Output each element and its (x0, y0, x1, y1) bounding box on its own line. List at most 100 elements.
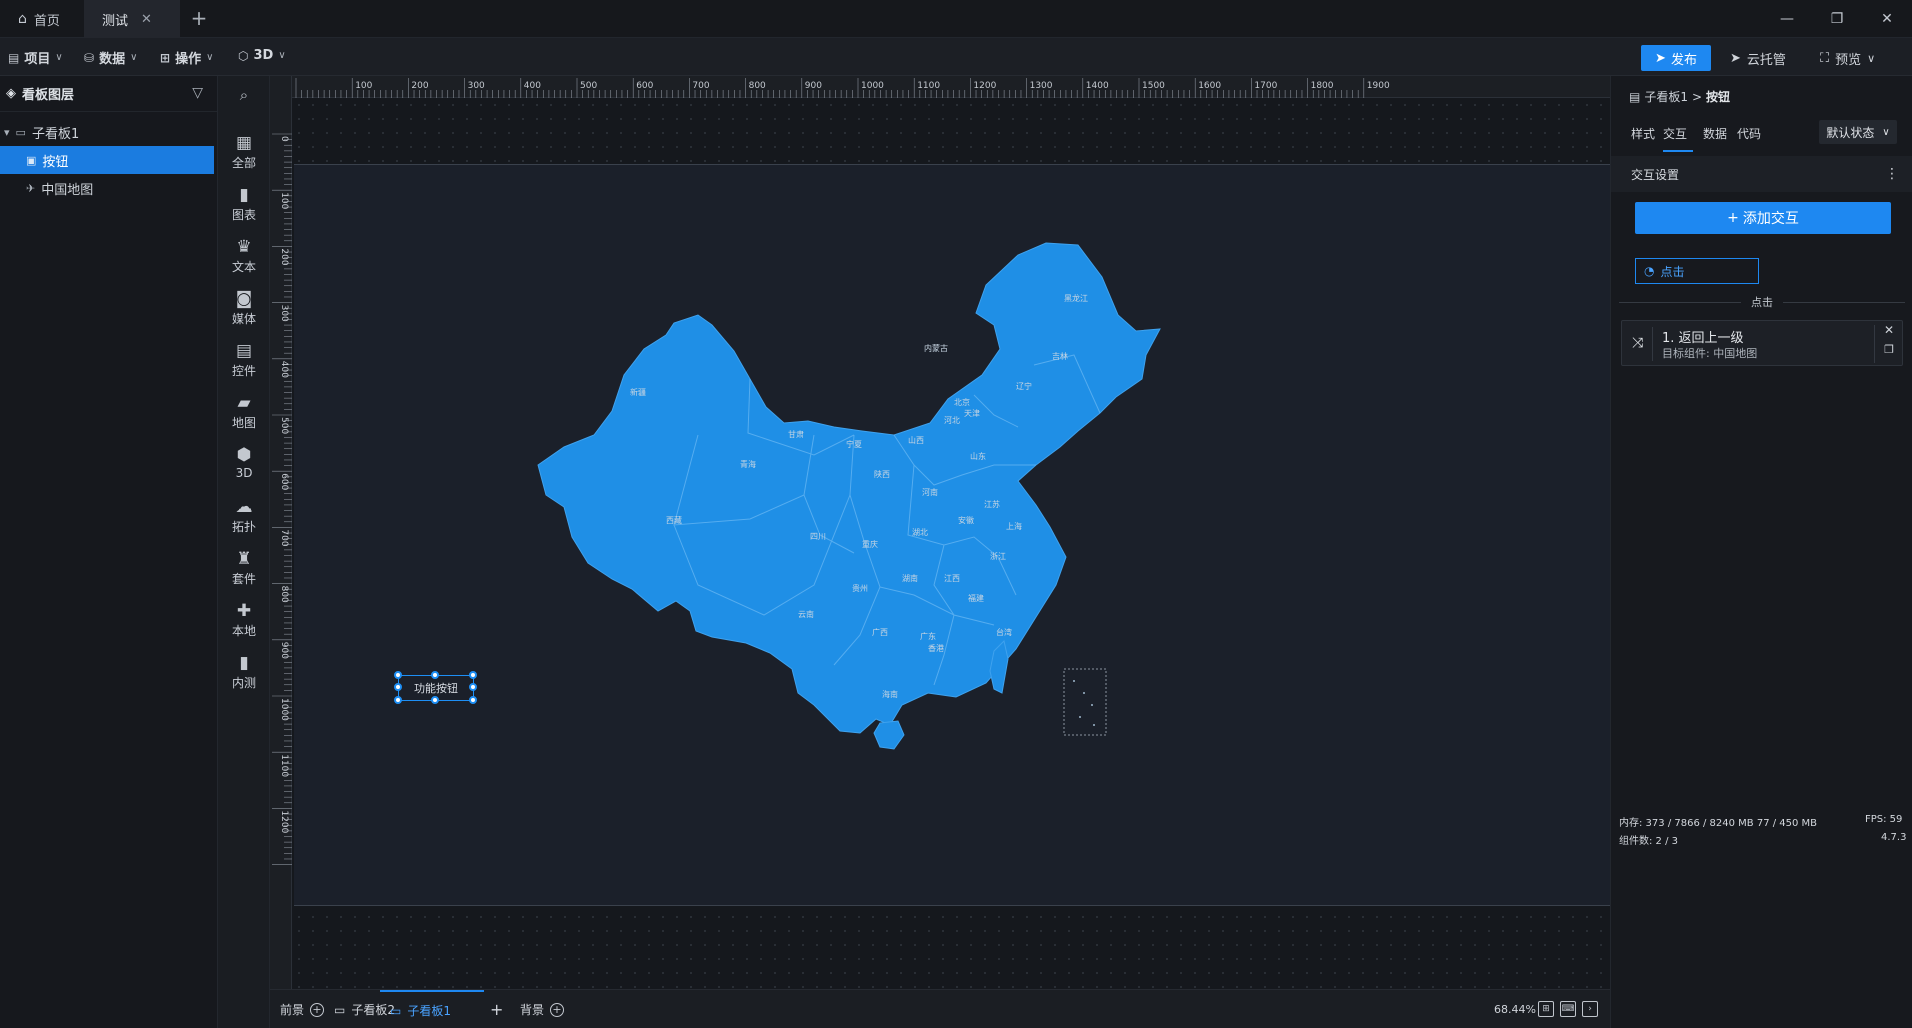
zoom-level[interactable]: 68.44% (1494, 1003, 1536, 1016)
component-strip: ⌕ ▦ 全部 ▮ 图表 ♛ 文本 ◙ 媒体 ▤ 控件 ▰ 地图 ⬢ 3D ☁ 拓扑 ♜ 套件 ✚ 本… (218, 76, 270, 1028)
ruler-label: 1300 (1030, 81, 1053, 91)
resize-handle[interactable] (469, 671, 477, 679)
cloud-label: 云托管 (1746, 52, 1786, 68)
action-card[interactable]: ⤨ 1. 返回上一级 目标组件: 中国地图 ✕ ❐ (1621, 320, 1903, 366)
all-icon: ▦ (235, 133, 253, 153)
ruler-label: 1100 (917, 81, 940, 91)
preview-button[interactable]: ⛶ 预览 ∨ (1820, 45, 1875, 71)
breadcrumb-parent[interactable]: 子看板1 (1644, 88, 1688, 105)
tab-test[interactable]: 测试 ✕ (84, 0, 180, 38)
strip-item-map[interactable]: ▰ 地图 (218, 392, 270, 442)
layers-icon: ◈ (6, 86, 16, 101)
province-label: 安徽 (958, 515, 974, 525)
ruler-label: 600 (636, 81, 653, 91)
resize-handle[interactable] (394, 696, 402, 704)
strip-item-chart[interactable]: ▮ 图表 (218, 184, 270, 234)
tab-board-1-label: 子看板1 (407, 1004, 451, 1018)
china-map-mainland[interactable] (537, 242, 1161, 734)
strip-item-3d[interactable]: ⬢ 3D (218, 444, 270, 494)
china-map[interactable]: 新疆西藏 青海 甘肃 内蒙古 黑龙江吉林辽宁北京天津河北山西 宁夏陕西 山东河南江苏安徽上海… (294, 165, 1610, 907)
trigger-click-tag[interactable]: ◔ 点击 (1635, 258, 1759, 284)
add-interaction-button[interactable]: + 添加交互 (1635, 202, 1891, 234)
province-label: 山东 (970, 451, 986, 461)
strip-item-media[interactable]: ◙ 媒体 (218, 288, 270, 338)
strip-item-control[interactable]: ▤ 控件 (218, 340, 270, 390)
tab-style[interactable]: 样式 (1631, 122, 1655, 152)
ruler-top[interactable]: 100 200 300 400 500 600 700 800 900 1000 1100 1200 1… (270, 76, 1610, 98)
ruler-left[interactable]: 0 100 200 300 400 500 600 700 800 900 1000 1100 1200 (270, 76, 292, 989)
strip-item-label: 文本 (231, 260, 256, 274)
canvas-area[interactable]: 新疆 西藏 青海 甘肃 内蒙古 黑龙江 吉林 辽宁 北京 天津 河北 山西 宁夏 陕西 山东 河南 江苏 安徽 上海… (270, 76, 1610, 989)
layer-item-board[interactable]: ▾ ▭ 子看板1 (0, 118, 217, 146)
tab-code[interactable]: 代码 (1737, 122, 1761, 152)
resize-handle[interactable] (394, 671, 402, 679)
add-circle-icon[interactable]: + (310, 1002, 325, 1017)
ruler-label: 1000 (279, 698, 289, 721)
tab-interaction[interactable]: 交互 (1663, 122, 1693, 152)
add-circle-icon[interactable]: + (550, 1002, 565, 1017)
fit-screen-icon[interactable]: ⊞ (1538, 1001, 1554, 1017)
strip-item-local[interactable]: ✚ 本地 (218, 600, 270, 650)
more-icon[interactable]: ⋮ (1885, 166, 1899, 182)
breadcrumb-current: 按钮 (1706, 90, 1731, 104)
province-label: 陕西 (874, 469, 890, 479)
strip-item-all[interactable]: ▦ 全部 (218, 132, 270, 182)
menu-project[interactable]: ▤ 项目 ∨ (8, 48, 63, 68)
window-close-button[interactable]: ✕ (1874, 7, 1900, 31)
close-icon[interactable]: ✕ (1884, 323, 1894, 337)
tab-home[interactable]: ⌂ 首页 (0, 0, 84, 38)
strip-item-text[interactable]: ♛ 文本 (218, 236, 270, 286)
text-icon: ♛ (236, 237, 252, 257)
province-label: 北京 (954, 397, 970, 407)
publish-button[interactable]: ➤ 发布 (1641, 45, 1711, 71)
add-interaction-label: 添加交互 (1742, 211, 1799, 227)
state-select[interactable]: 默认状态 ∨ (1819, 120, 1897, 144)
strip-item-topology[interactable]: ☁ 拓扑 (218, 496, 270, 546)
province-label: 内蒙古 (924, 343, 948, 353)
menu-operate[interactable]: ⊞ 操作 ∨ (160, 48, 213, 68)
filter-icon[interactable]: ▽ (192, 85, 203, 101)
china-map-hainan[interactable] (873, 720, 905, 750)
strip-item-beta[interactable]: ▮ 内测 (218, 652, 270, 702)
resize-handle[interactable] (469, 696, 477, 704)
search-icon[interactable]: ⌕ (218, 86, 270, 104)
resize-handle[interactable] (394, 683, 402, 691)
ruler-label: 300 (468, 81, 485, 91)
tab-foreground[interactable]: 前景 + (280, 990, 325, 1028)
restore-button[interactable]: ❐ (1824, 7, 1850, 31)
close-icon[interactable]: ✕ (141, 12, 152, 27)
board-canvas[interactable]: 新疆 西藏 青海 甘肃 内蒙古 黑龙江 吉林 辽宁 北京 天津 河北 山西 宁夏 陕西 山东 河南 江苏 安徽 上海… (294, 164, 1610, 906)
ruler-label: 500 (580, 81, 597, 91)
resize-handle[interactable] (431, 696, 439, 704)
province-label: 海南 (882, 689, 898, 699)
ruler-label: 100 (355, 81, 372, 91)
province-label: 湖北 (912, 528, 928, 537)
tab-board-1[interactable]: ▭ 子看板1 (380, 990, 484, 1028)
province-label: 江苏 (984, 499, 1000, 509)
resize-handle[interactable] (469, 683, 477, 691)
breadcrumb-separator: > (1691, 89, 1703, 104)
menu-data[interactable]: ⛁ 数据 ∨ (84, 48, 137, 68)
action-title: 1. 返回上一级 (1662, 331, 1744, 346)
terminal-icon[interactable]: › (1582, 1001, 1598, 1017)
strip-item-kit[interactable]: ♜ 套件 (218, 548, 270, 598)
copy-icon[interactable]: ❐ (1884, 343, 1894, 356)
tab-data[interactable]: 数据 (1703, 122, 1727, 152)
keyboard-icon[interactable]: ⌨ (1560, 1001, 1576, 1017)
layer-panel: ◈ 看板图层 ▽ ▾ ▭ 子看板1 ▣ 按钮 ✈ 中国地图 (0, 76, 218, 1028)
menu-3d[interactable]: ⬡ 3D ∨ (238, 48, 286, 63)
add-board-button[interactable]: + (490, 990, 503, 1028)
minimize-button[interactable]: — (1774, 7, 1800, 31)
menu-project-label: 项目 (24, 52, 51, 67)
caret-down-icon[interactable]: ▾ (4, 126, 10, 139)
action-card-divider (1874, 325, 1875, 363)
add-tab-button[interactable]: + (188, 8, 210, 30)
layer-item-china-map[interactable]: ✈ 中国地图 (0, 174, 217, 202)
memory-status: 内存: 373 / 7866 / 8240 MB 77 / 450 MB (1619, 818, 1818, 829)
resize-handle[interactable] (431, 671, 439, 679)
event-divider: 点击 (1619, 294, 1905, 310)
cloud-hosting-button[interactable]: ➤ 云托管 (1730, 45, 1786, 71)
tab-background[interactable]: 背景 + (520, 990, 565, 1028)
layer-item-button[interactable]: ▣ 按钮 (0, 146, 214, 174)
database-icon: ⛁ (84, 50, 95, 65)
